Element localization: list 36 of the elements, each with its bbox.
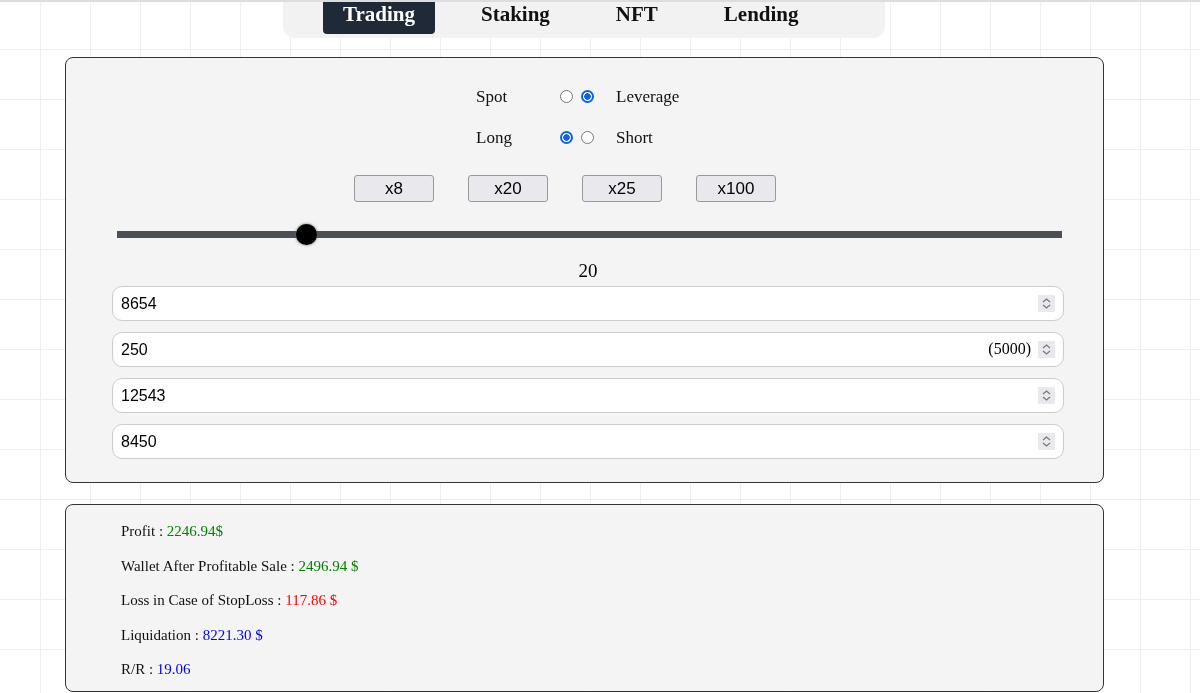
radio-button[interactable] — [560, 90, 573, 103]
tab[interactable]: NFT — [595, 2, 678, 34]
radio-button[interactable] — [560, 131, 573, 144]
radio-button[interactable] — [581, 131, 594, 144]
result-value: 8221.30 $ — [202, 626, 263, 643]
leverage-value: 20 — [577, 260, 599, 283]
spinner-icon[interactable] — [1038, 433, 1055, 450]
spinner-icon[interactable] — [1038, 295, 1055, 312]
result-line: R/R : 19.06 — [121, 660, 192, 679]
leverage-button[interactable]: x100 — [696, 175, 776, 202]
result-value: 2246.94$ — [166, 523, 224, 539]
result-line: Loss in Case of StopLoss : 117.86 $ — [121, 591, 339, 610]
leverage-button[interactable]: x8 — [354, 175, 434, 202]
option-label: Leverage — [616, 86, 681, 107]
result-value: 2496.94 $ — [298, 557, 359, 574]
number-field[interactable]: 8450 — [112, 424, 1064, 459]
leverage-button[interactable]: x25 — [582, 175, 662, 202]
spinner-icon[interactable] — [1038, 341, 1055, 358]
number-field[interactable]: 8654 — [112, 286, 1064, 321]
result-line: Wallet After Profitable Sale : 2496.94 $ — [121, 556, 360, 576]
option-label: Long — [476, 127, 513, 148]
result-line: Liquidation : 8221.30 $ — [121, 625, 264, 645]
leverage-button[interactable]: x20 — [468, 175, 548, 202]
option-label: Short — [616, 127, 654, 148]
result-line: Profit : 2246.94$ — [121, 522, 225, 541]
spinner-icon[interactable] — [1038, 387, 1055, 404]
result-value: 117.86 $ — [285, 592, 338, 608]
option-label: Spot — [476, 86, 509, 107]
max-amount: (5000) — [988, 340, 1031, 358]
tab[interactable]: Lending — [703, 2, 819, 34]
radio-button[interactable] — [581, 90, 594, 103]
number-field[interactable]: 12543 — [112, 378, 1064, 413]
slider-thumb[interactable] — [296, 224, 317, 245]
tab[interactable]: Staking — [460, 2, 570, 34]
tab[interactable]: Trading — [323, 2, 435, 34]
result-value: 19.06 — [156, 661, 191, 677]
